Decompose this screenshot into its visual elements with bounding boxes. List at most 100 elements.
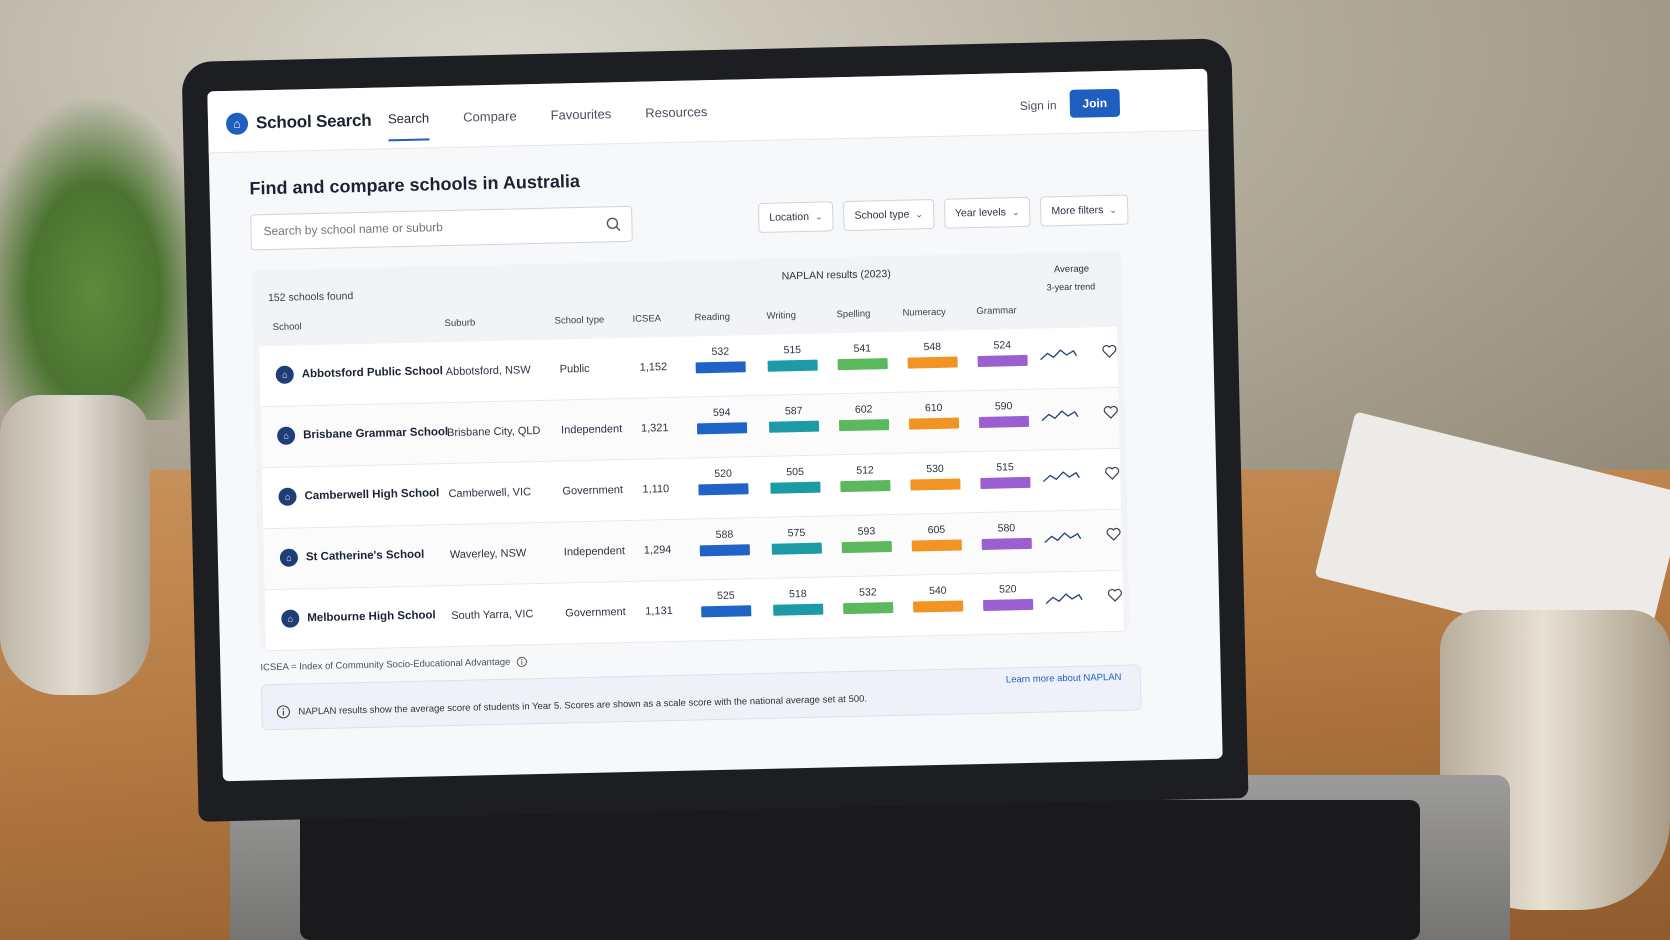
join-button[interactable]: Join (1069, 88, 1121, 118)
school-cell[interactable]: ⌂ Abbotsford Public School (275, 362, 444, 384)
sparkline-icon (1041, 410, 1079, 422)
numeracy-score: 530 (910, 462, 961, 491)
writing-value: 518 (788, 587, 807, 601)
spelling-score: 512 (840, 464, 891, 493)
app-name: School Search (255, 110, 372, 133)
school-type-cell: Government (565, 606, 626, 620)
school-cell[interactable]: ⌂ Brisbane Grammar School (276, 423, 448, 445)
search-input[interactable] (263, 216, 594, 239)
school-name[interactable]: St Catherine's School (306, 549, 425, 564)
writing-bar (770, 481, 821, 494)
heart-icon[interactable] (1105, 526, 1121, 542)
results-table: 152 schools found NAPLAN results (2023) … (251, 250, 1130, 652)
tab-favourites[interactable]: Favourites (550, 106, 611, 122)
laptop-keyboard (300, 800, 1420, 940)
heart-icon[interactable] (1104, 465, 1120, 481)
school-name[interactable]: Melbourne High School (307, 609, 436, 624)
col-school-type[interactable]: School type (554, 314, 604, 326)
school-shield-icon: ⌂ (279, 548, 299, 567)
info-text: NAPLAN results show the average score of… (298, 693, 868, 718)
chevron-down-icon: ⌄ (915, 208, 924, 219)
icsea-note: ICSEA = Index of Community Socio-Educati… (260, 656, 527, 673)
writing-score: 518 (773, 588, 824, 616)
col-school[interactable]: School (273, 321, 302, 333)
logo[interactable]: ⌂ School Search (225, 110, 372, 136)
numeracy-score: 610 (908, 401, 960, 430)
reading-value: 520 (714, 467, 733, 481)
chevron-down-icon: ⌄ (1011, 206, 1020, 217)
heart-icon[interactable] (1103, 404, 1119, 420)
col-reading[interactable]: Reading (694, 312, 730, 324)
reading-bar (701, 605, 752, 618)
grammar-bar (983, 598, 1034, 611)
chevron-down-icon: ⌄ (1109, 204, 1118, 215)
learn-more-link[interactable]: Learn more about NAPLAN (1006, 672, 1122, 686)
school-shield-icon: ⌂ (281, 609, 300, 628)
heart-icon[interactable] (1101, 343, 1117, 359)
school-name[interactable]: Abbotsford Public School (302, 365, 443, 380)
icsea-cell: 1,152 (639, 361, 668, 374)
chevron-down-icon: ⌄ (814, 211, 823, 222)
numeracy-value: 610 (924, 401, 943, 415)
writing-score: 515 (767, 344, 818, 372)
grammar-bar (977, 354, 1028, 368)
reading-bar (695, 361, 746, 374)
tab-search[interactable]: Search (388, 110, 430, 126)
numeracy-bar (907, 356, 958, 369)
tab-compare[interactable]: Compare (463, 108, 517, 124)
school-cell[interactable]: ⌂ St Catherine's School (279, 546, 425, 567)
school-name[interactable]: Camberwell High School (304, 487, 439, 502)
col-icsea[interactable]: ICSEA (632, 313, 661, 325)
filter-more[interactable]: More filters ⌄ (1040, 194, 1129, 227)
search-box[interactable] (250, 205, 633, 251)
filter-school-type[interactable]: School type ⌄ (843, 198, 935, 232)
spelling-value: 532 (858, 586, 877, 599)
icsea-cell: 1,131 (645, 605, 673, 618)
school-type-cell: Government (562, 484, 624, 498)
school-cell[interactable]: ⌂ Melbourne High School (281, 606, 436, 628)
numeracy-value: 605 (927, 523, 946, 537)
grammar-value: 580 (997, 522, 1016, 535)
writing-value: 587 (784, 405, 803, 418)
icsea-note-text: ICSEA = Index of Community Socio-Educati… (260, 656, 511, 674)
spelling-bar (841, 541, 892, 554)
grammar-value: 515 (996, 461, 1014, 474)
col-grammar[interactable]: Grammar (976, 305, 1016, 317)
results-count: 152 schools found (267, 290, 354, 305)
grammar-bar (978, 415, 1030, 429)
search-icon[interactable] (605, 216, 621, 232)
school-type-cell: Independent (563, 545, 626, 559)
numeracy-value: 540 (928, 584, 947, 598)
laptop-screen: ⌂ School Search Search Compare Favourite… (207, 68, 1223, 782)
numeracy-score: 605 (911, 523, 962, 552)
grammar-value: 524 (993, 339, 1012, 352)
reading-value: 594 (712, 406, 731, 420)
reading-bar (698, 483, 749, 496)
spelling-value: 512 (856, 464, 874, 477)
col-suburb[interactable]: Suburb (445, 317, 476, 329)
school-type-cell: Independent (560, 423, 623, 437)
suburb-cell: South Yarra, VIC (451, 608, 534, 623)
col-numeracy[interactable]: Numeracy (902, 307, 946, 319)
reading-value: 532 (711, 345, 730, 359)
writing-bar (771, 542, 822, 555)
school-name[interactable]: Brisbane Grammar School (303, 426, 448, 441)
sign-in-link[interactable]: Sign in (1020, 98, 1057, 113)
icsea-cell: 1,110 (642, 483, 670, 496)
school-cell[interactable]: ⌂ Camberwell High School (278, 484, 439, 506)
grammar-bar (981, 537, 1032, 550)
filter-location[interactable]: Location ⌄ (757, 201, 834, 233)
tab-resources[interactable]: Resources (645, 104, 707, 120)
info-icon[interactable] (516, 656, 527, 667)
filter-year-levels[interactable]: Year levels ⌄ (943, 196, 1031, 229)
sparkline-icon (1040, 349, 1078, 361)
reading-bar (699, 544, 750, 557)
heart-icon[interactable] (1107, 587, 1123, 603)
col-spelling[interactable]: Spelling (836, 308, 870, 320)
col-writing[interactable]: Writing (766, 310, 796, 322)
school-shield-icon: ⌂ (275, 365, 294, 384)
sparkline-icon (1045, 593, 1083, 605)
grammar-value: 520 (998, 583, 1017, 596)
writing-value: 505 (786, 465, 804, 479)
numeracy-score: 548 (907, 340, 958, 369)
